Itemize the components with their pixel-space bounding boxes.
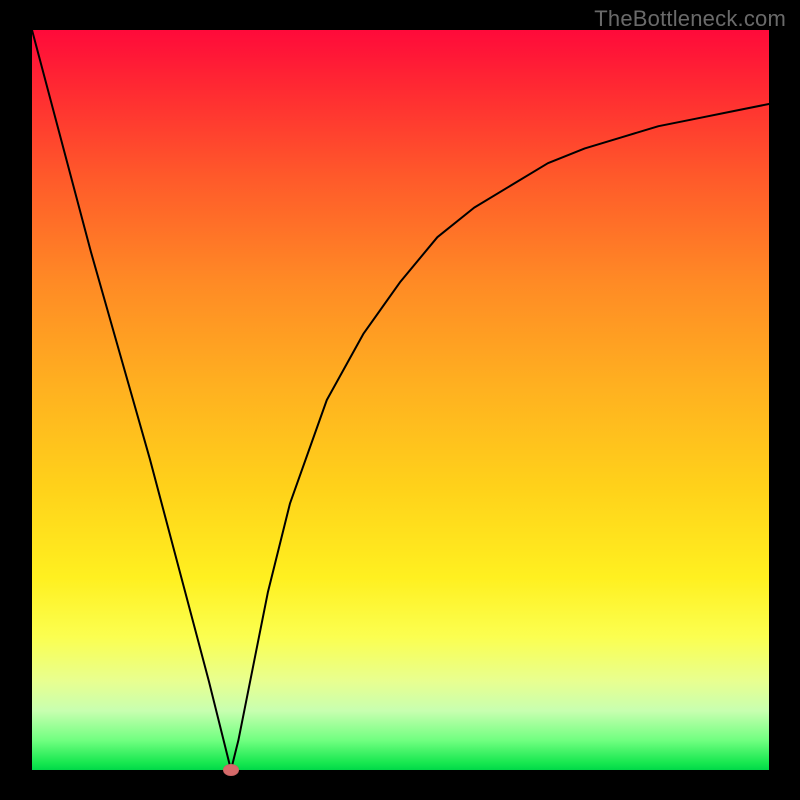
curve-line [32, 30, 769, 770]
chart-frame: TheBottleneck.com [0, 0, 800, 800]
watermark-text: TheBottleneck.com [594, 6, 786, 32]
plot-area [32, 30, 769, 770]
curve-marker [223, 764, 239, 776]
